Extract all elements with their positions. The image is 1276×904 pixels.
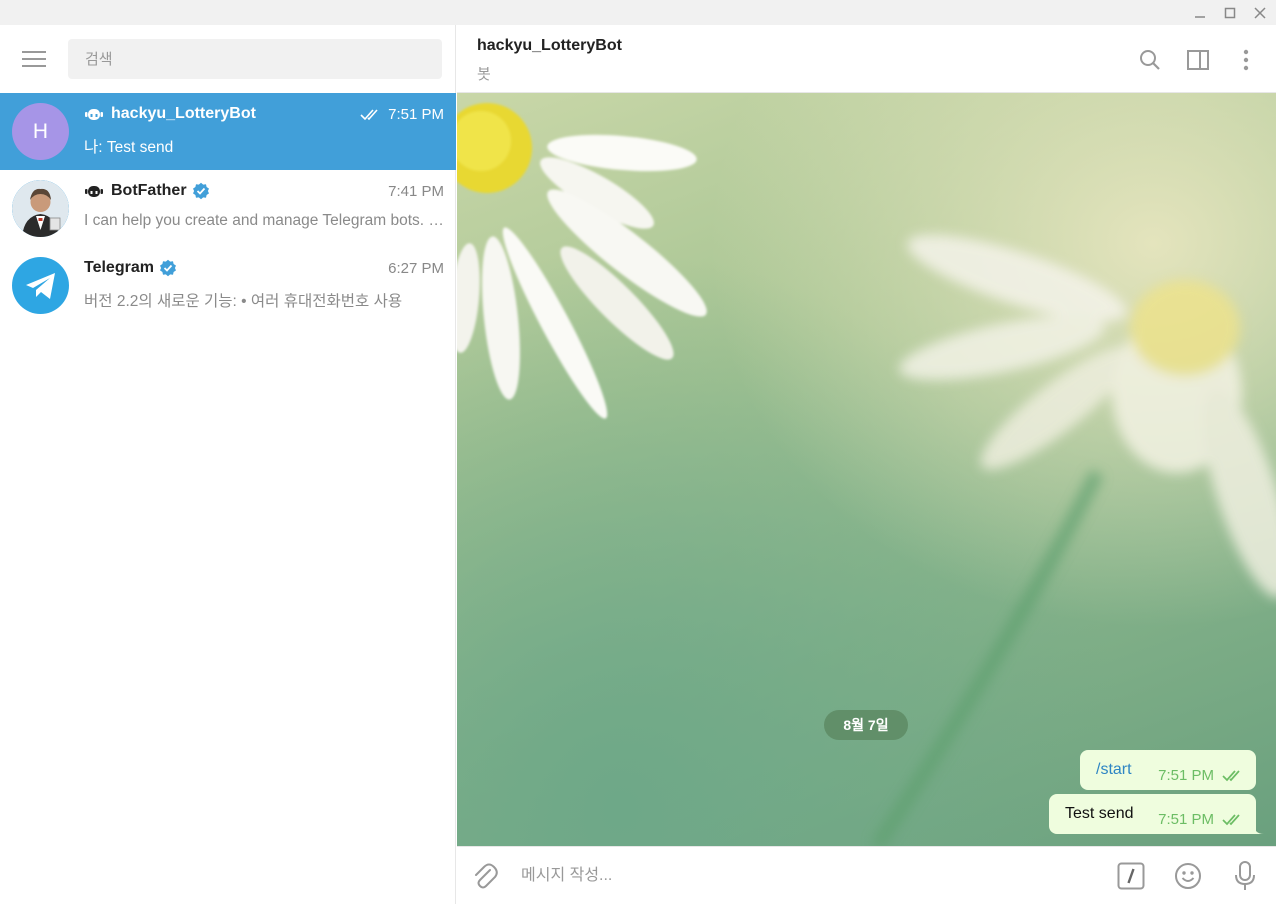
chat-header[interactable]: hackyu_LotteryBot 봇 bbox=[457, 25, 1276, 93]
message-meta: 7:51 PM bbox=[1158, 811, 1244, 828]
more-vertical-icon bbox=[1243, 49, 1249, 71]
bubble-tail bbox=[1254, 824, 1264, 834]
chat-item-hackyu-lotterybot[interactable]: H hackyu_LotteryBot 7:51 PM 나: Test send bbox=[0, 93, 456, 170]
smile-icon bbox=[1175, 863, 1201, 889]
telegram-plane-icon bbox=[25, 272, 55, 299]
message-bubble[interactable]: /start 7:51 PM bbox=[1080, 750, 1256, 790]
chat-time-text: 7:51 PM bbox=[388, 106, 444, 123]
minimize-icon bbox=[1195, 16, 1205, 18]
window-titlebar bbox=[0, 0, 1276, 25]
chat-item-telegram[interactable]: Telegram 6:27 PM 버전 2.2의 새로운 기능: • 여러 휴대… bbox=[0, 247, 456, 324]
emoji-button[interactable] bbox=[1172, 860, 1204, 892]
hamburger-icon bbox=[22, 51, 46, 67]
avatar bbox=[12, 257, 69, 314]
chat-time: 7:41 PM bbox=[388, 183, 444, 200]
maximize-button[interactable] bbox=[1219, 2, 1241, 24]
chat-panel: hackyu_LotteryBot 봇 8월 7일 /start 7:51 PM… bbox=[457, 25, 1276, 904]
verified-icon bbox=[159, 259, 177, 277]
paperclip-icon bbox=[475, 863, 498, 889]
maximize-icon bbox=[1224, 7, 1236, 19]
sidebar-toggle-button[interactable] bbox=[1185, 47, 1211, 73]
chat-name-text: hackyu_LotteryBot bbox=[111, 105, 256, 122]
double-check-icon bbox=[360, 108, 378, 120]
chat-time-text: 6:27 PM bbox=[388, 260, 444, 277]
avatar bbox=[12, 180, 69, 237]
chat-preview: 버전 2.2의 새로운 기능: • 여러 휴대전화번호 사용 bbox=[84, 293, 403, 310]
double-check-icon bbox=[1222, 769, 1240, 781]
message-input[interactable] bbox=[521, 861, 1081, 891]
chat-list: H hackyu_LotteryBot 7:51 PM 나: Test send bbox=[0, 93, 456, 324]
chat-wallpaper: 8월 7일 /start 7:51 PM Test send 7:51 PM bbox=[457, 93, 1276, 846]
more-menu-button[interactable] bbox=[1233, 47, 1259, 73]
chat-name: hackyu_LotteryBot bbox=[84, 105, 256, 123]
message-time: 7:51 PM bbox=[1158, 767, 1214, 784]
avatar: H bbox=[12, 103, 69, 160]
chat-name: Telegram bbox=[84, 259, 177, 277]
message-composer bbox=[457, 846, 1276, 904]
bot-commands-button[interactable] bbox=[1115, 860, 1147, 892]
search-icon bbox=[1140, 50, 1160, 70]
main-menu-button[interactable] bbox=[14, 47, 54, 71]
chat-time: 7:51 PM bbox=[360, 106, 444, 123]
message-time: 7:51 PM bbox=[1158, 811, 1214, 828]
chat-time-text: 7:41 PM bbox=[388, 183, 444, 200]
close-icon bbox=[1254, 7, 1266, 19]
bot-icon bbox=[84, 183, 104, 199]
chat-name-text: Telegram bbox=[84, 259, 154, 276]
chat-title: hackyu_LotteryBot bbox=[477, 37, 622, 54]
message-text: Test send bbox=[1065, 805, 1134, 822]
chat-name-text: BotFather bbox=[111, 182, 187, 199]
minimize-button[interactable] bbox=[1189, 2, 1211, 24]
chat-sidebar: H hackyu_LotteryBot 7:51 PM 나: Test send bbox=[0, 25, 456, 904]
search-input[interactable] bbox=[68, 39, 442, 79]
chat-preview: I can help you create and manage Telegra… bbox=[84, 212, 444, 229]
attach-button[interactable] bbox=[469, 860, 501, 892]
slash-command-icon bbox=[1117, 862, 1145, 890]
bot-icon bbox=[84, 106, 104, 122]
microphone-icon bbox=[1235, 861, 1255, 890]
chat-name: BotFather bbox=[84, 182, 210, 200]
message-meta: 7:51 PM bbox=[1158, 767, 1244, 784]
botfather-avatar-icon bbox=[12, 180, 69, 237]
avatar-letter: H bbox=[32, 119, 49, 143]
chat-preview: 나: Test send bbox=[84, 139, 174, 156]
bot-command-link[interactable]: /start bbox=[1096, 761, 1132, 779]
chat-time: 6:27 PM bbox=[388, 260, 444, 277]
chat-item-botfather[interactable]: BotFather 7:41 PM I can help you create … bbox=[0, 170, 456, 247]
date-divider: 8월 7일 bbox=[824, 710, 908, 740]
message-bubble[interactable]: Test send 7:51 PM bbox=[1049, 794, 1264, 834]
search-button[interactable] bbox=[1137, 47, 1163, 73]
verified-icon bbox=[192, 182, 210, 200]
double-check-icon bbox=[1222, 813, 1240, 825]
columns-icon bbox=[1187, 50, 1209, 70]
close-window-button[interactable] bbox=[1249, 2, 1271, 24]
chat-subtitle: 봇 bbox=[477, 66, 491, 83]
voice-record-button[interactable] bbox=[1229, 860, 1261, 892]
